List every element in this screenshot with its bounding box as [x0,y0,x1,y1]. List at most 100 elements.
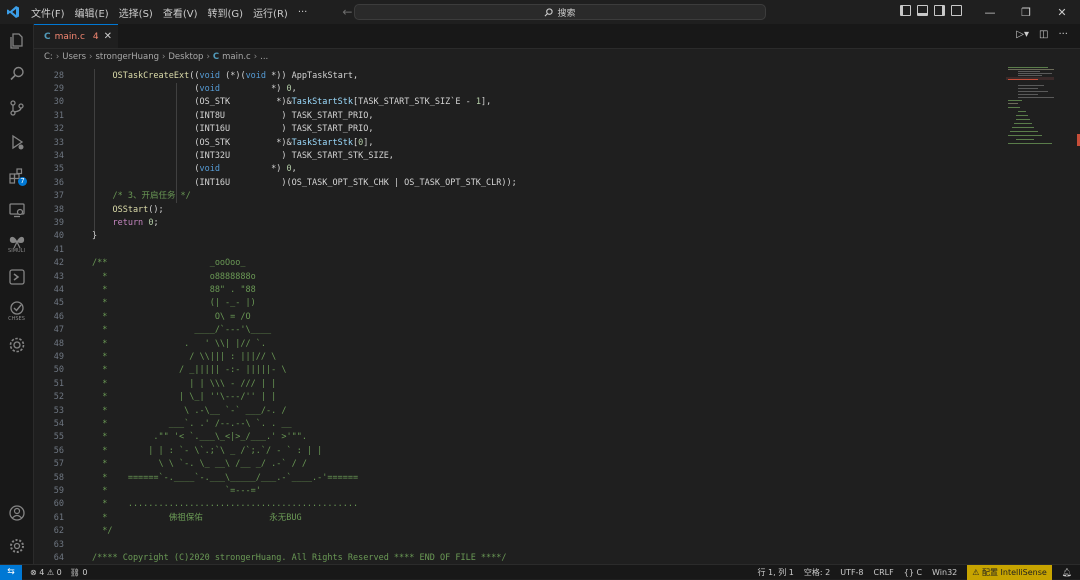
code-line[interactable]: 33 (OS_STK *)&TaskStartStk[0], [34,137,1002,150]
code-token: * . ' \\| |// `. [92,338,266,349]
indentation[interactable]: 空格: 2 [804,567,830,578]
language-mode[interactable]: {} C [904,568,922,577]
encoding[interactable]: UTF-8 [840,568,863,577]
code-line[interactable]: 52 * | \_| ''\---/'' | | [34,391,1002,404]
code-line[interactable]: 40} [34,230,1002,243]
code-line[interactable]: 50 * / _||||| -:- |||||- \ [34,364,1002,377]
line-number: 30 [53,97,64,108]
menu-file[interactable]: 文件(F) [26,5,70,20]
code-line[interactable]: 41 [34,244,1002,257]
code-line[interactable]: 28 OSTaskCreateExt((void (*)(void *)) Ap… [34,70,1002,83]
code-line[interactable]: 45 * (| -_- |) [34,297,1002,310]
end-of-line[interactable]: CRLF [874,568,894,577]
code-line[interactable]: 34 (INT32U ) TASK_START_STK_SIZE, [34,150,1002,163]
code-line[interactable]: 38 OSStart(); [34,204,1002,217]
minimap[interactable] [1004,65,1056,155]
accounts-icon[interactable] [0,498,33,528]
tab-main-c[interactable]: C main.c 4 ✕ [34,24,118,48]
ports-status[interactable]: ⛓ 0 [70,568,88,577]
code-line[interactable]: 61 * 佛祖保佑 永无BUG [34,512,1002,525]
command-center-search[interactable]: 搜索 [354,4,766,20]
code-line[interactable]: 32 (INT16U ) TASK_START_PRIO, [34,123,1002,136]
menu-edit[interactable]: 编辑(E) [70,5,114,20]
toggle-secondary-sidebar-icon[interactable] [934,5,945,16]
settings-sync-icon[interactable] [0,330,33,360]
toggle-panel-icon[interactable] [917,5,928,16]
menu-run[interactable]: 运行(R) [248,5,293,20]
code-editor[interactable]: 27 /* 2、创建任务 */28 OSTaskCreateExt((void … [34,65,1002,564]
code-line[interactable]: 57 * \ \ `-. \_ __\ /__ _/ .-` / / [34,458,1002,471]
code-line[interactable]: 56 * | | : `- \`.;`\ _ /`;.`/ - ` : | | [34,445,1002,458]
platform-config[interactable]: Win32 [932,568,957,577]
code-line[interactable]: 46 * O\ = /O [34,311,1002,324]
code-line[interactable]: 35 (void *) 0, [34,163,1002,176]
code-line[interactable]: 42 /** _ooOoo_ [34,257,1002,270]
toggle-primary-sidebar-icon[interactable] [900,5,911,16]
code-line[interactable]: 43 * o8888888o [34,271,1002,284]
menu-more[interactable]: ··· [293,7,313,18]
back-arrow-icon[interactable]: ← [342,5,352,19]
customize-layout-icon[interactable] [951,5,962,16]
notifications-bell-icon[interactable]: 🔔︎ [1062,568,1072,577]
breadcrumb-desktop[interactable]: Desktop [168,52,203,62]
extensions-icon[interactable]: 7 [0,161,33,191]
code-line[interactable]: 54 * ___`. .' /--.--\ `. . __ [34,418,1002,431]
code-line[interactable]: 59 * `=---=' [34,485,1002,498]
code-token: /** _ooOoo_ [92,258,246,269]
remote-indicator-icon[interactable]: ⇆ [0,564,22,580]
code-line[interactable]: 48 * . ' \\| |// `. [34,338,1002,351]
code-line[interactable]: 55 * ."" '< `.___\_<|>_/___.' >'"". [34,431,1002,444]
sideview-caption-2: CHSES [8,316,25,322]
code-line[interactable]: 39 return 0; [34,217,1002,230]
chevron-right-icon: › [253,52,258,62]
code-line[interactable]: 62 */ [34,525,1002,538]
code-text: (INT16U ) TASK_START_PRIO, [92,123,373,136]
code-line[interactable]: 37 /* 3、开启任务 */ [34,190,1002,203]
code-line[interactable]: 58 * ======`-.____`-.___\_____/___.-`___… [34,472,1002,485]
code-line[interactable]: 31 (INT8U ) TASK_START_PRIO, [34,110,1002,123]
breadcrumb-users[interactable]: Users [62,52,86,62]
code-line[interactable]: 36 (INT16U )(OS_TASK_OPT_STK_CHK | OS_TA… [34,177,1002,190]
menu-selection[interactable]: 选择(S) [114,5,158,20]
code-line[interactable]: 53 * \ .-\__ `-` ___/-. / [34,405,1002,418]
code-line[interactable]: 64 /**** Copyright (C)2020 strongerHuang.… [34,552,1002,564]
more-actions-icon[interactable]: ··· [1058,29,1068,40]
line-number: 45 [53,298,64,309]
breadcrumb-drive[interactable]: C: [44,52,53,62]
problems-status[interactable]: ⊗ 4 ⚠ 0 [30,568,62,577]
close-window-icon[interactable]: ✕ [1044,0,1080,24]
run-code-icon[interactable]: ▷▾ [1016,29,1029,40]
line-number: 41 [53,244,64,255]
line-number: 58 [53,472,64,483]
remote-explorer-icon[interactable] [0,195,33,225]
explorer-icon[interactable] [0,26,33,56]
terminal-extension-icon[interactable] [0,262,33,292]
manage-gear-icon[interactable] [0,531,33,561]
chevron-right-icon: › [161,52,166,62]
code-token: * O\ = /O [92,311,251,322]
search-icon[interactable] [0,59,33,89]
menu-view[interactable]: 查看(V) [158,5,203,20]
code-line[interactable]: 44 * 88" . "88 [34,284,1002,297]
run-debug-icon[interactable] [0,127,33,157]
code-token: * ____/`---'\____ [92,325,272,336]
code-line[interactable]: 63 [34,539,1002,552]
intellisense-config-button[interactable]: ⚠ 配置 IntelliSense [967,565,1052,580]
minimize-icon[interactable]: — [972,0,1008,24]
code-line[interactable]: 30 (OS_STK *)&TaskStartStk[TASK_START_ST… [34,96,1002,109]
source-control-icon[interactable] [0,93,33,123]
menu-go[interactable]: 转到(G) [203,5,249,20]
title-bar: 文件(F) 编辑(E) 选择(S) 查看(V) 转到(G) 运行(R) ··· … [0,0,1080,24]
split-editor-icon[interactable]: ◫ [1039,29,1048,40]
code-line[interactable]: 49 * / \\||| : |||// \ [34,351,1002,364]
code-line[interactable]: 60 * ...................................… [34,498,1002,511]
maximize-icon[interactable]: ❐ [1008,0,1044,24]
code-line[interactable]: 29 (void *) 0, [34,83,1002,96]
code-line[interactable]: 51 * | | \\\ - /// | | [34,378,1002,391]
breadcrumb-user[interactable]: strongerHuang [95,52,159,62]
cursor-position[interactable]: 行 1, 列 1 [758,567,794,578]
breadcrumb-symbol[interactable]: ... [260,52,268,62]
breadcrumb-file[interactable]: main.c [222,52,251,62]
tab-close-icon[interactable]: ✕ [104,31,112,42]
code-line[interactable]: 47 * ____/`---'\____ [34,324,1002,337]
